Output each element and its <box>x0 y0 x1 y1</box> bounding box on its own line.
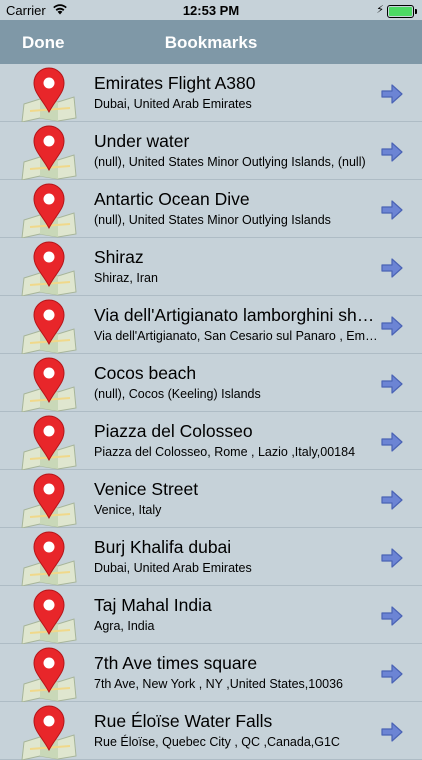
bookmark-row[interactable]: 7th Ave times square 7th Ave, New York ,… <box>0 644 422 702</box>
map-pin-icon <box>21 531 77 586</box>
battery-icon <box>387 5 417 18</box>
bookmark-address: Rue Éloïse, Quebec City , QC ,Canada,G1C <box>94 735 340 749</box>
bookmark-text: Piazza del Colosseo Piazza del Colosseo,… <box>94 421 378 460</box>
bookmark-address: (null), Cocos (Keeling) Islands <box>94 387 261 401</box>
map-pin-icon <box>21 241 77 296</box>
bookmark-text: Antartic Ocean Dive (null), United State… <box>94 189 378 228</box>
bookmark-row[interactable]: Antartic Ocean Dive (null), United State… <box>0 180 422 238</box>
navigation-bar: Done Bookmarks <box>0 20 422 64</box>
bookmark-address: Shiraz, Iran <box>94 271 158 285</box>
bookmark-row[interactable]: Via dell'Artigianato lamborghini showroo… <box>0 296 422 354</box>
bookmark-address: (null), United States Minor Outlying Isl… <box>94 155 366 169</box>
bookmark-address: 7th Ave, New York , NY ,United States,10… <box>94 677 344 691</box>
arrow-right-icon[interactable] <box>380 373 404 395</box>
map-pin-icon <box>21 647 77 702</box>
arrow-right-icon[interactable] <box>380 431 404 453</box>
bookmark-text: Shiraz Shiraz, Iran <box>94 247 378 286</box>
bookmark-text: Cocos beach (null), Cocos (Keeling) Isla… <box>94 363 378 402</box>
map-pin-icon <box>21 357 77 412</box>
bookmark-text: 7th Ave times square 7th Ave, New York ,… <box>94 653 378 692</box>
status-time: 12:53 PM <box>182 3 240 18</box>
arrow-right-icon[interactable] <box>380 141 404 163</box>
map-pin-icon <box>21 415 77 470</box>
arrow-right-icon[interactable] <box>380 663 404 685</box>
map-pin-icon <box>21 705 77 760</box>
bookmark-row[interactable]: Under water (null), United States Minor … <box>0 122 422 180</box>
page-title: Bookmarks <box>164 33 258 52</box>
bookmark-text: Emirates Flight A380 Dubai, United Arab … <box>94 73 378 112</box>
bookmark-name: Burj Khalifa dubai <box>94 537 232 557</box>
bookmark-name: Via dell'Artigianato lamborghini showroo… <box>94 305 378 325</box>
bookmark-row[interactable]: Rue Éloïse Water Falls Rue Éloïse, Quebe… <box>0 702 422 760</box>
bookmark-address: (null), United States Minor Outlying Isl… <box>94 213 331 227</box>
bookmark-row[interactable]: Venice Street Venice, Italy <box>0 470 422 528</box>
bookmark-address: Dubai, United Arab Emirates <box>94 561 252 575</box>
bookmark-name: Shiraz <box>94 247 144 267</box>
bookmark-name: Antartic Ocean Dive <box>94 189 250 209</box>
bookmark-name: Taj Mahal India <box>94 595 212 615</box>
bookmark-text: Burj Khalifa dubai Dubai, United Arab Em… <box>94 537 378 576</box>
bookmark-name: Venice Street <box>94 479 199 499</box>
bookmark-address: Agra, India <box>94 619 155 633</box>
map-pin-icon <box>21 183 77 238</box>
bookmark-row[interactable]: Piazza del Colosseo Piazza del Colosseo,… <box>0 412 422 470</box>
bookmark-row[interactable]: Taj Mahal India Agra, India <box>0 586 422 644</box>
arrow-right-icon[interactable] <box>380 199 404 221</box>
arrow-right-icon[interactable] <box>380 257 404 279</box>
arrow-right-icon[interactable] <box>380 721 404 743</box>
bookmark-row[interactable]: Emirates Flight A380 Dubai, United Arab … <box>0 64 422 122</box>
arrow-right-icon[interactable] <box>380 83 404 105</box>
bookmark-name: Rue Éloïse Water Falls <box>94 711 273 731</box>
bookmark-text: Venice Street Venice, Italy <box>94 479 378 518</box>
bookmark-text: Via dell'Artigianato lamborghini showroo… <box>94 305 378 344</box>
map-pin-icon <box>21 589 77 644</box>
arrow-right-icon[interactable] <box>380 489 404 511</box>
arrow-right-icon[interactable] <box>380 547 404 569</box>
bookmark-address: Piazza del Colosseo, Rome , Lazio ,Italy… <box>94 445 356 459</box>
bookmark-name: Cocos beach <box>94 363 197 383</box>
bookmark-text: Taj Mahal India Agra, India <box>94 595 378 634</box>
map-pin-icon <box>21 473 77 528</box>
bookmark-address: Venice, Italy <box>94 503 162 517</box>
bookmark-address: Dubai, United Arab Emirates <box>94 97 252 111</box>
bookmark-name: Under water <box>94 131 190 151</box>
bookmark-row[interactable]: Burj Khalifa dubai Dubai, United Arab Em… <box>0 528 422 586</box>
map-pin-icon <box>21 299 77 354</box>
bookmark-name: Emirates Flight A380 <box>94 73 256 93</box>
arrow-right-icon[interactable] <box>380 315 404 337</box>
arrow-right-icon[interactable] <box>380 605 404 627</box>
map-pin-icon <box>21 67 77 122</box>
charging-bolt-icon: ⚡ <box>376 4 384 16</box>
bookmark-address: Via dell'Artigianato, San Cesario sul Pa… <box>94 329 378 343</box>
bookmark-name: Piazza del Colosseo <box>94 421 253 441</box>
bookmark-text: Rue Éloïse Water Falls Rue Éloïse, Quebe… <box>94 711 378 750</box>
bookmark-text: Under water (null), United States Minor … <box>94 131 378 170</box>
bookmark-name: 7th Ave times square <box>94 653 258 673</box>
map-pin-icon <box>21 125 77 180</box>
bookmark-list: Emirates Flight A380 Dubai, United Arab … <box>0 64 422 760</box>
status-bar: Carrier 12:53 PM ⚡ <box>0 0 422 20</box>
bookmark-row[interactable]: Shiraz Shiraz, Iran <box>0 238 422 296</box>
bookmark-row[interactable]: Cocos beach (null), Cocos (Keeling) Isla… <box>0 354 422 412</box>
